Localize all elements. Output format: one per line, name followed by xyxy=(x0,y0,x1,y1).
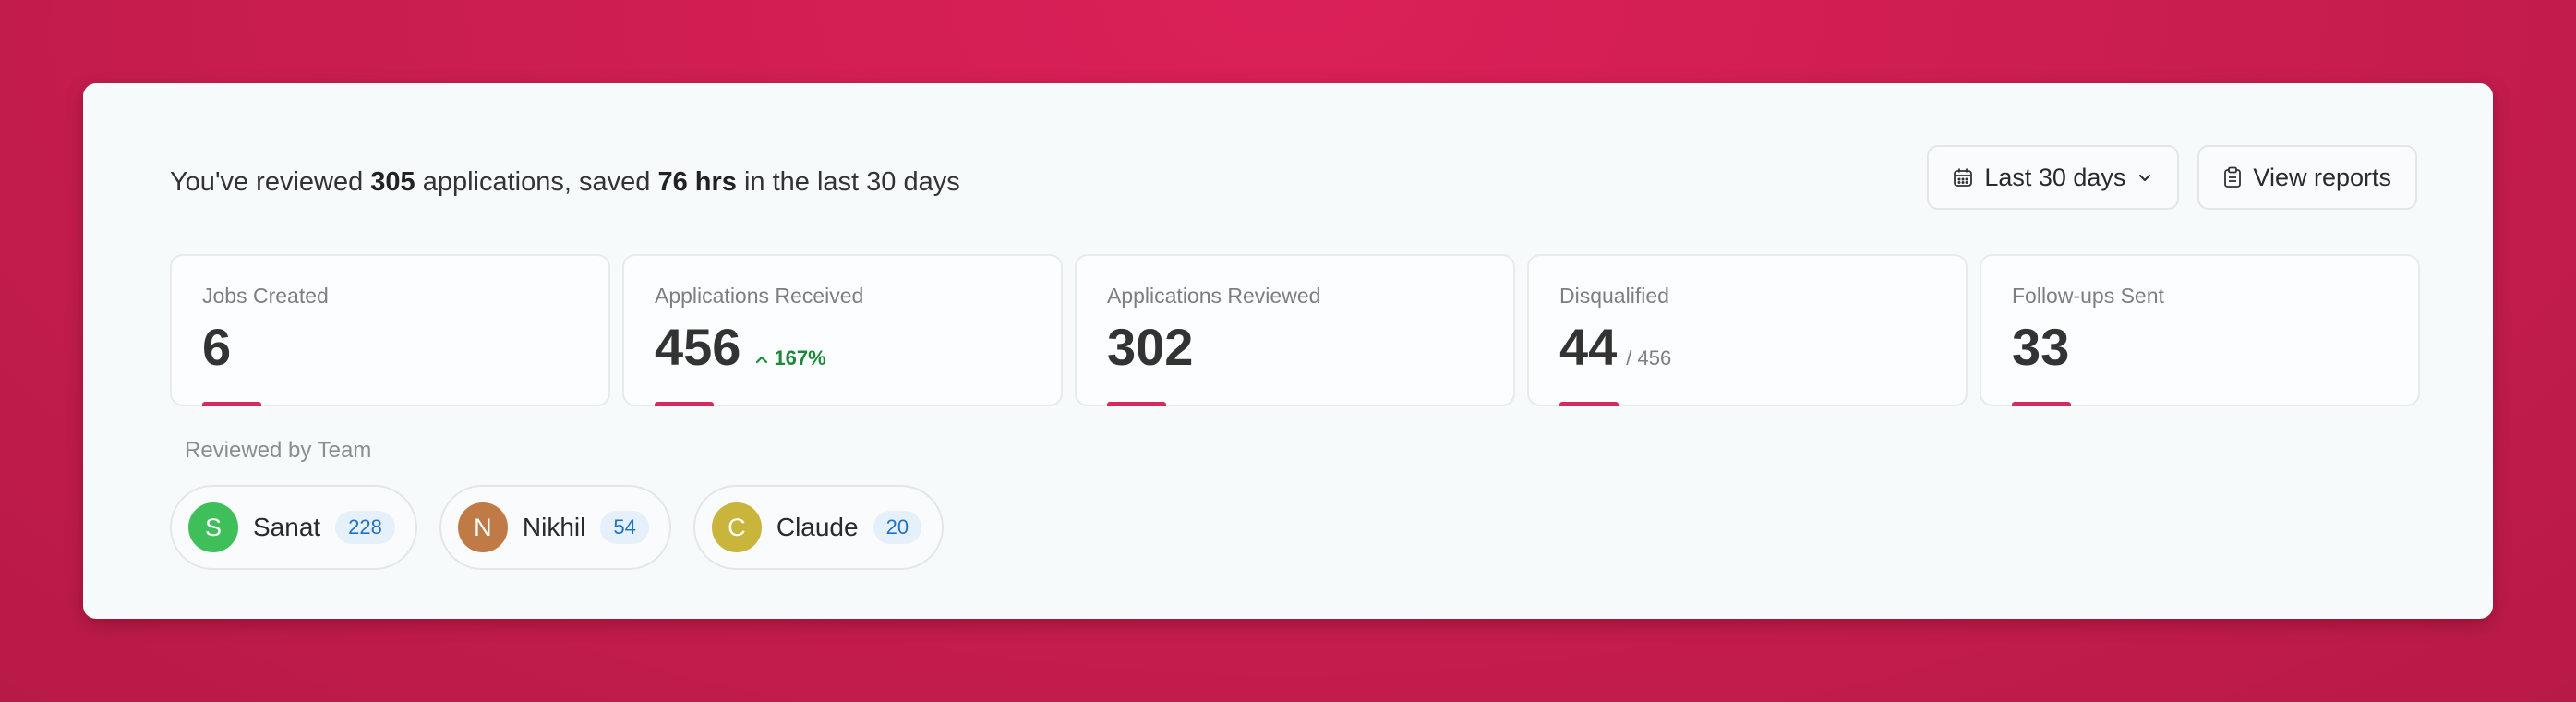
view-reports-label: View reports xyxy=(2253,163,2391,191)
stat-label: Applications Reviewed xyxy=(1107,284,1321,308)
stat-applications-reviewed: Applications Reviewed 302 xyxy=(1075,254,1515,406)
member-name: Nikhil xyxy=(522,513,586,541)
team-member-nikhil[interactable]: N Nikhil 54 xyxy=(439,485,671,570)
stat-accent-bar xyxy=(1107,402,1166,406)
stat-value: 33 xyxy=(2012,318,2070,376)
chevron-down-icon xyxy=(2137,169,2153,186)
calendar-icon xyxy=(1953,167,1973,188)
stat-trend-value: 167% xyxy=(774,346,826,369)
stat-disqualified: Disqualified 44 / 456 xyxy=(1527,254,1968,406)
clipboard-icon xyxy=(2223,166,2242,188)
stat-value: 456 xyxy=(655,318,741,376)
stat-followups-sent: Follow-ups Sent 33 xyxy=(1980,254,2420,406)
stat-accent-bar xyxy=(1559,402,1619,406)
stat-label: Follow-ups Sent xyxy=(2012,284,2164,308)
stats-row: Jobs Created 6 Applications Received 456… xyxy=(170,254,2420,406)
summary-suffix: in the last 30 days xyxy=(736,166,960,197)
stat-value: 44 xyxy=(1559,318,1618,376)
member-count-badge: 54 xyxy=(600,511,649,544)
member-count-badge: 20 xyxy=(873,511,922,544)
stat-value: 6 xyxy=(202,318,232,376)
stat-applications-received: Applications Received 456 167% xyxy=(622,254,1063,406)
stat-trend: 167% xyxy=(755,346,826,370)
summary-middle: applications, saved xyxy=(415,166,658,197)
header-actions: Last 30 days View reports xyxy=(1927,145,2417,210)
stat-jobs-created: Jobs Created 6 xyxy=(170,254,610,406)
stat-label: Applications Received xyxy=(655,284,864,308)
stats-card: You've reviewed 305 applications, saved … xyxy=(83,83,2493,619)
team-section-label: Reviewed by Team xyxy=(185,438,372,463)
stat-accent-bar xyxy=(2012,402,2071,406)
view-reports-button[interactable]: View reports xyxy=(2197,145,2417,210)
trend-up-icon xyxy=(755,346,768,370)
avatar: C xyxy=(711,502,762,552)
avatar: S xyxy=(188,502,238,552)
avatar: N xyxy=(457,502,508,552)
stat-accent-bar xyxy=(655,402,714,406)
stat-label: Jobs Created xyxy=(202,284,329,308)
member-name: Sanat xyxy=(253,513,321,541)
team-member-sanat[interactable]: S Sanat 228 xyxy=(170,485,417,570)
date-range-label: Last 30 days xyxy=(1984,163,2126,191)
team-member-claude[interactable]: C Claude 20 xyxy=(692,485,945,570)
summary-reviewed-count: 305 xyxy=(370,166,415,197)
stat-accent-bar xyxy=(202,402,261,406)
summary-headline: You've reviewed 305 applications, saved … xyxy=(170,159,960,205)
stat-label: Disqualified xyxy=(1559,284,1669,308)
member-name: Claude xyxy=(776,513,859,541)
member-count-badge: 228 xyxy=(335,511,395,544)
summary-saved-hours: 76 hrs xyxy=(657,166,737,197)
team-members: S Sanat 228 N Nikhil 54 C Claude 20 xyxy=(170,485,945,570)
stat-sub: / 456 xyxy=(1626,346,1672,369)
stat-value: 302 xyxy=(1107,318,1194,376)
summary-prefix: You've reviewed xyxy=(170,166,371,197)
date-range-button[interactable]: Last 30 days xyxy=(1927,145,2180,210)
